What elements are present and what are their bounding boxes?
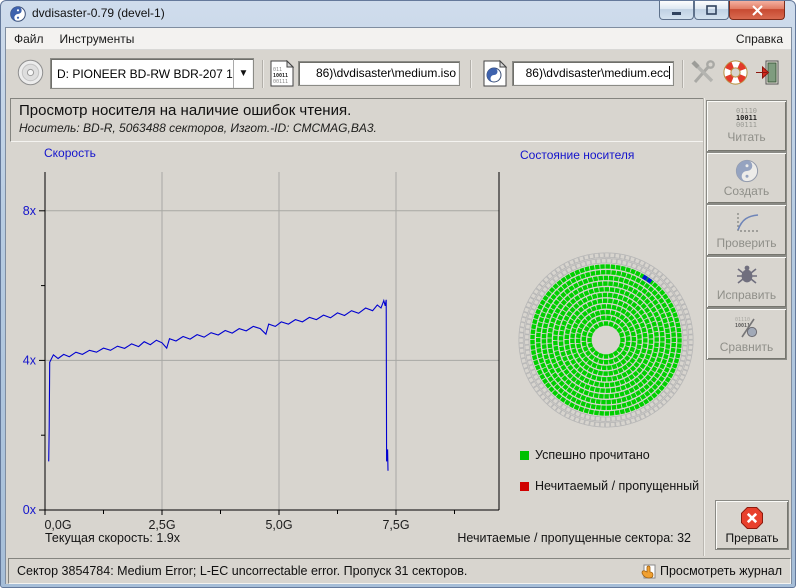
read-button[interactable]: 01110 10011 00111 Читать [706, 100, 787, 152]
legend-swatch-green [520, 450, 529, 460]
toolbar: D: PIONEER BD-RW BDR-207 1 ▼ 011 10011 0… [6, 50, 791, 98]
svg-text:7,5G: 7,5G [382, 518, 409, 532]
titlebar: dvdisaster-0.79 (devel-1) [1, 1, 795, 27]
speed-chart: 0,0G 2,5G 5,0G 7,5G 0x 4x 8x [23, 172, 500, 532]
svg-text:00111: 00111 [273, 79, 288, 85]
status-footer: Сектор 3854784: Medium Error; L-EC uncor… [8, 558, 791, 584]
toolbar-separator [470, 60, 472, 88]
preferences-tools-icon[interactable] [691, 60, 717, 86]
app-yinyang-icon [10, 6, 26, 22]
toolbar-separator [682, 60, 684, 88]
svg-text:0x: 0x [23, 503, 37, 517]
legend-swatch-red [520, 481, 529, 491]
window-title: dvdisaster-0.79 (devel-1) [32, 6, 165, 20]
disc-map [518, 252, 694, 428]
yinyang-icon [735, 159, 759, 183]
client-area: Файл Инструменты Справка D: PIONEER BD-R… [5, 27, 792, 584]
sidebar-divider [703, 98, 705, 556]
text-caret [669, 66, 670, 79]
menu-file[interactable]: Файл [6, 29, 52, 49]
help-lifebuoy-icon[interactable] [722, 59, 749, 86]
action-header-panel: Просмотр носителя на наличие ошибок чтен… [10, 98, 704, 142]
current-speed-status: Текущая скорость: 1.9x [45, 531, 180, 545]
medium-info: Носитель: BD-R, 5063488 секторов, Изгот.… [19, 121, 377, 135]
legend-label-unreadable: Нечитаемый / пропущенный [535, 479, 700, 493]
legend-row-read: Успешно прочитано [520, 448, 650, 462]
journal-hand-icon [641, 564, 656, 579]
curve-chart-icon [734, 211, 760, 235]
svg-text:2,5G: 2,5G [148, 518, 175, 532]
menu-tools[interactable]: Инструменты [52, 29, 143, 49]
bug-icon [734, 263, 760, 287]
media-state-title: Состояние носителя [520, 148, 635, 162]
close-button[interactable] [729, 1, 785, 20]
menubar: Файл Инструменты Справка [6, 28, 791, 50]
maximize-button[interactable] [694, 1, 729, 20]
toolbar-separator [262, 60, 264, 88]
iso-file-icon: 011 10011 00111 [270, 60, 294, 87]
fix-button[interactable]: Исправить [706, 256, 787, 308]
compare-button[interactable]: 01110 10011 Сравнить [706, 308, 787, 360]
svg-text:4x: 4x [23, 353, 37, 367]
ecc-file-icon [483, 60, 507, 87]
compare-percent-icon: 01110 10011 [734, 315, 760, 339]
action-title: Просмотр носителя на наличие ошибок чтен… [19, 102, 352, 119]
verify-button[interactable]: Проверить [706, 204, 787, 256]
view-log-link[interactable]: Просмотреть журнал [641, 564, 782, 579]
drive-selector[interactable]: D: PIONEER BD-RW BDR-207 1 ▼ [50, 58, 254, 89]
ecc-path-field[interactable]: 86)\dvdisaster\medium.ecc [512, 61, 674, 86]
exit-door-icon[interactable] [754, 59, 781, 86]
svg-text:8x: 8x [23, 204, 37, 218]
app-window: dvdisaster-0.79 (devel-1) Файл Инструмен… [0, 0, 796, 588]
menu-help[interactable]: Справка [728, 29, 791, 49]
unreadable-sectors-status: Нечитаемые / пропущенные сектора: 32 [457, 531, 691, 545]
svg-text:5,0G: 5,0G [265, 518, 292, 532]
legend-row-unreadable: Нечитаемый / пропущенный [520, 479, 699, 493]
abort-button[interactable]: Прервать [715, 500, 789, 550]
stop-x-icon [740, 506, 764, 530]
footer-message: Сектор 3854784: Medium Error; L-EC uncor… [17, 564, 468, 578]
chevron-down-icon: ▼ [233, 59, 253, 88]
disc-drive-icon [17, 59, 44, 86]
drive-selector-value: D: PIONEER BD-RW BDR-207 1 [57, 66, 233, 81]
iso-path-field[interactable]: 86)\dvdisaster\medium.iso [298, 61, 460, 86]
minimize-button[interactable] [659, 1, 694, 20]
chart-title: Скорость [44, 146, 96, 160]
ecc-path-value: 86)\dvdisaster\medium.ecc [525, 66, 670, 80]
create-button[interactable]: Создать [706, 152, 787, 204]
iso-path-value: 86)\dvdisaster\medium.iso [315, 66, 456, 80]
legend-label-read: Успешно прочитано [535, 448, 650, 462]
read-binary-icon: 01110 10011 00111 [735, 107, 758, 129]
svg-text:0,0G: 0,0G [44, 518, 71, 532]
